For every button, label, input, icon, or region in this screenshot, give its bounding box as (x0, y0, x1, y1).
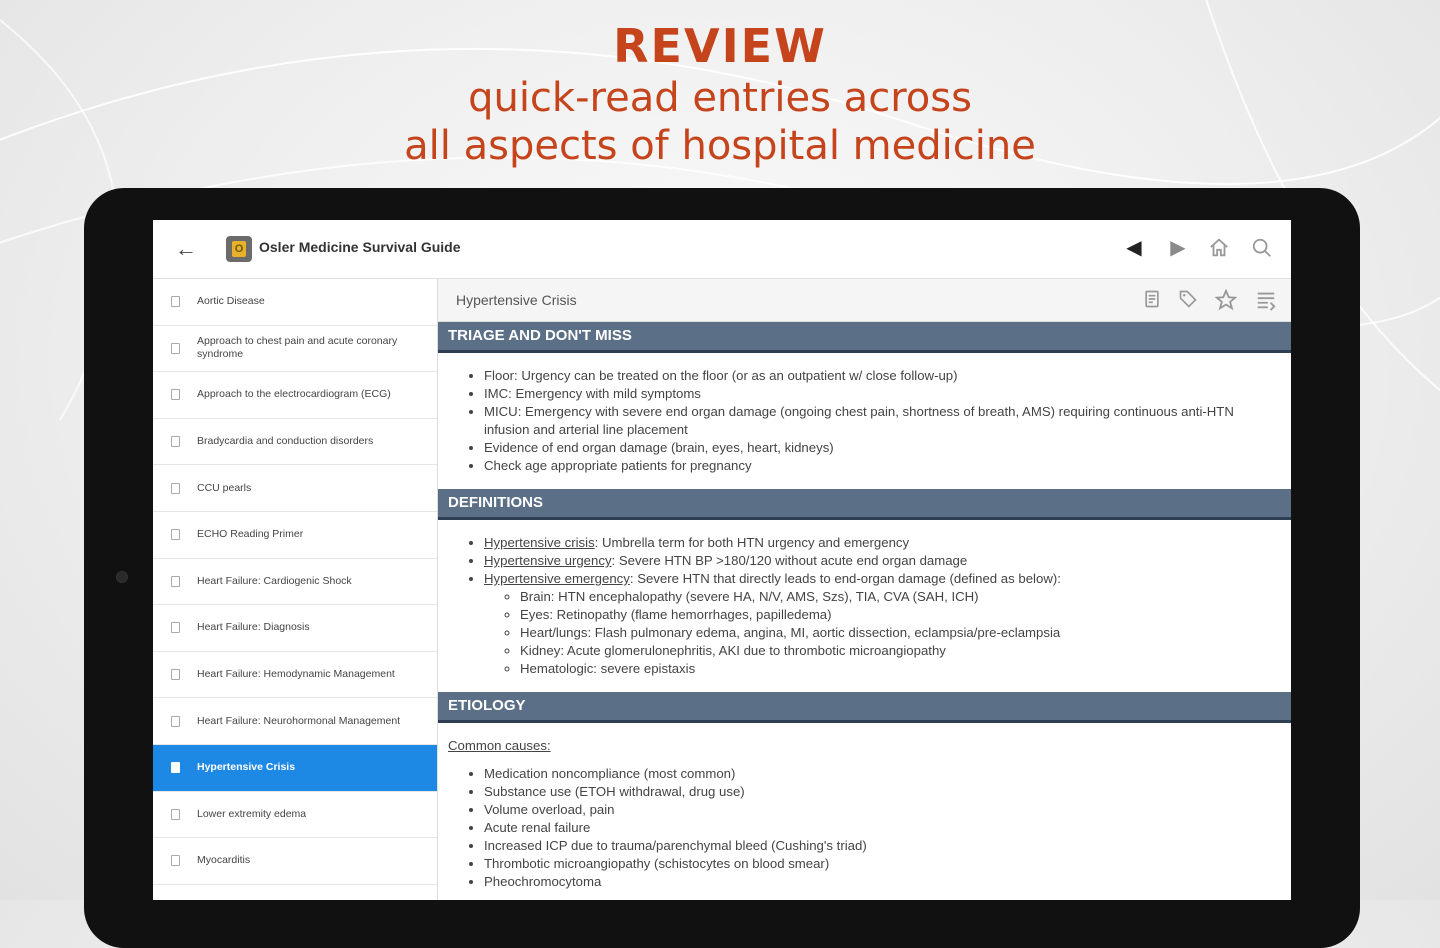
sidebar-item-label: Heart Failure: Hemodynamic Management (197, 668, 395, 681)
entry-header: Hypertensive Crisis (438, 279, 1291, 322)
end-organ-item: Eyes: Retinopathy (flame hemorrhages, pa… (520, 606, 1271, 624)
etiology-item: Substance use (ETOH withdrawal, drug use… (484, 783, 1271, 801)
etiology-item: Acute renal failure (484, 819, 1271, 837)
entry-title: Hypertensive Crisis (456, 292, 577, 308)
app-bar: ← O Osler Medicine Survival Guide ◀ ▶ (153, 220, 1291, 279)
section-heading-definitions: DEFINITIONS (438, 489, 1291, 520)
definition-term[interactable]: Hypertensive crisis (484, 535, 595, 550)
document-icon (171, 808, 180, 820)
section-body-triage: Floor: Urgency can be treated on the flo… (438, 353, 1291, 489)
sidebar-item[interactable]: Heart Failure: Diagnosis (153, 605, 437, 652)
document-icon (171, 622, 180, 634)
app-title: Osler Medicine Survival Guide (259, 239, 461, 255)
document-icon (171, 482, 180, 494)
promo-banner: REVIEW quick-read entries across all asp… (0, 18, 1440, 170)
definition-item: Hypertensive emergency: Severe HTN that … (484, 570, 1271, 678)
sidebar-item[interactable]: Heart Failure: Neurohormonal Management (153, 698, 437, 745)
promo-subline-1: quick-read entries across (468, 75, 972, 121)
promo-headline: REVIEW (613, 19, 827, 73)
definition-text: : Umbrella term for both HTN urgency and… (594, 535, 910, 550)
search-icon[interactable] (1248, 234, 1276, 262)
sidebar-item[interactable]: Myocarditis (153, 838, 437, 885)
definition-term[interactable]: Hypertensive emergency (484, 571, 630, 586)
etiology-item: Volume overload, pain (484, 801, 1271, 819)
triage-item: IMC: Emergency with mild symptoms (484, 385, 1271, 403)
sidebar-item[interactable]: Heart Failure: Hemodynamic Management (153, 652, 437, 699)
document-icon (171, 575, 180, 587)
document-icon (171, 669, 180, 681)
sidebar-item-label: Lower extremity edema (197, 807, 307, 820)
triage-item: Evidence of end organ damage (brain, eye… (484, 439, 1271, 457)
definitions-list: Hypertensive crisis: Umbrella term for b… (448, 534, 1271, 678)
app-logo: O (226, 236, 252, 262)
document-icon (171, 715, 180, 727)
definition-text: : Severe HTN that directly leads to end-… (629, 571, 1061, 586)
sidebar-item[interactable]: Lower extremity edema (153, 792, 437, 839)
section-heading-triage: TRIAGE AND DON'T MISS (438, 322, 1291, 353)
sidebar-item-label: ECHO Reading Primer (197, 528, 304, 541)
sidebar-item[interactable]: Heart Failure: Cardiogenic Shock (153, 559, 437, 606)
definition-term[interactable]: Hypertensive urgency (484, 553, 612, 568)
app-screen: ← O Osler Medicine Survival Guide ◀ ▶ Ao… (153, 220, 1291, 900)
sidebar-item[interactable]: CCU pearls (153, 465, 437, 512)
sidebar-item[interactable]: Aortic Disease (153, 279, 437, 326)
entry-content: Hypertensive Crisis TRIAGE AND DON'T MIS… (438, 279, 1291, 900)
tag-icon[interactable] (1176, 289, 1200, 311)
sidebar-item-label: Aortic Disease (197, 295, 265, 308)
etiology-item: Increased ICP due to trauma/parenchymal … (484, 837, 1271, 855)
document-icon (171, 342, 180, 354)
topic-list: Aortic Disease Approach to chest pain and… (153, 279, 438, 900)
end-organ-item: Brain: HTN encephalopathy (severe HA, N/… (520, 588, 1271, 606)
back-arrow-icon[interactable]: ← (173, 236, 199, 262)
etiology-list: Medication noncompliance (most common)Su… (448, 765, 1271, 891)
end-organ-item: Kidney: Acute glomerulonephritis, AKI du… (520, 642, 1271, 660)
document-icon (171, 529, 180, 541)
triage-item: Floor: Urgency can be treated on the flo… (484, 367, 1271, 385)
notes-icon[interactable] (1140, 289, 1164, 311)
triage-list: Floor: Urgency can be treated on the flo… (448, 367, 1271, 475)
end-organ-item: Hematologic: severe epistaxis (520, 660, 1271, 678)
sidebar-item[interactable]: Hypertensive Crisis (153, 744, 437, 792)
sidebar-item-label: Approach to the electrocardiogram (ECG) (197, 388, 391, 401)
sidebar-item-label: Heart Failure: Cardiogenic Shock (197, 574, 352, 587)
sidebar-item-label: Hypertensive Crisis (197, 761, 296, 774)
etiology-item: Thrombotic microangiopathy (schistocytes… (484, 855, 1271, 873)
sidebar-item-label: Approach to chest pain and acute coronar… (197, 335, 398, 361)
sidebar-item[interactable]: Approach to chest pain and acute coronar… (153, 326, 437, 373)
definition-text: : Severe HTN BP >180/120 without acute e… (611, 553, 968, 568)
etiology-item: Medication noncompliance (most common) (484, 765, 1271, 783)
sidebar-item-label: Heart Failure: Neurohormonal Management (197, 714, 401, 727)
sidebar-item[interactable]: ECHO Reading Primer (153, 512, 437, 559)
document-icon (171, 762, 180, 774)
outline-icon[interactable] (1254, 289, 1278, 311)
star-icon[interactable] (1214, 288, 1238, 311)
sidebar-item[interactable]: Approach to the electrocardiogram (ECG) (153, 372, 437, 419)
document-icon (171, 436, 180, 448)
document-icon (171, 389, 180, 401)
sidebar-item-label: Myocarditis (197, 854, 251, 867)
section-heading-etiology: ETIOLOGY (438, 692, 1291, 723)
promo-subline-2: all aspects of hospital medicine (404, 123, 1036, 169)
tablet-camera (116, 571, 128, 583)
end-organ-damage-list: Brain: HTN encephalopathy (severe HA, N/… (484, 588, 1271, 678)
app-logo-letter: O (232, 241, 246, 257)
document-icon (171, 855, 180, 867)
common-causes-label: Common causes: (448, 738, 551, 753)
sidebar-item-label: Bradycardia and conduction disorders (197, 435, 374, 448)
section-body-etiology: Common causes: Medication noncompliance … (438, 723, 1291, 900)
end-organ-item: Heart/lungs: Flash pulmonary edema, angi… (520, 624, 1271, 642)
home-icon[interactable] (1205, 234, 1233, 262)
section-body-definitions: Hypertensive crisis: Umbrella term for b… (438, 520, 1291, 692)
sidebar-item-label: Heart Failure: Diagnosis (197, 621, 310, 634)
next-arrow-icon[interactable]: ▶ (1164, 234, 1192, 262)
definition-item: Hypertensive urgency: Severe HTN BP >180… (484, 552, 1271, 570)
prev-arrow-icon[interactable]: ◀ (1120, 234, 1148, 262)
triage-item: MICU: Emergency with severe end organ da… (484, 403, 1271, 439)
sidebar-item-label: CCU pearls (197, 481, 252, 494)
etiology-item: Pheochromocytoma (484, 873, 1271, 891)
document-icon (171, 296, 180, 308)
sidebar-item[interactable]: Bradycardia and conduction disorders (153, 419, 437, 466)
definition-item: Hypertensive crisis: Umbrella term for b… (484, 534, 1271, 552)
triage-item: Check age appropriate patients for pregn… (484, 457, 1271, 475)
